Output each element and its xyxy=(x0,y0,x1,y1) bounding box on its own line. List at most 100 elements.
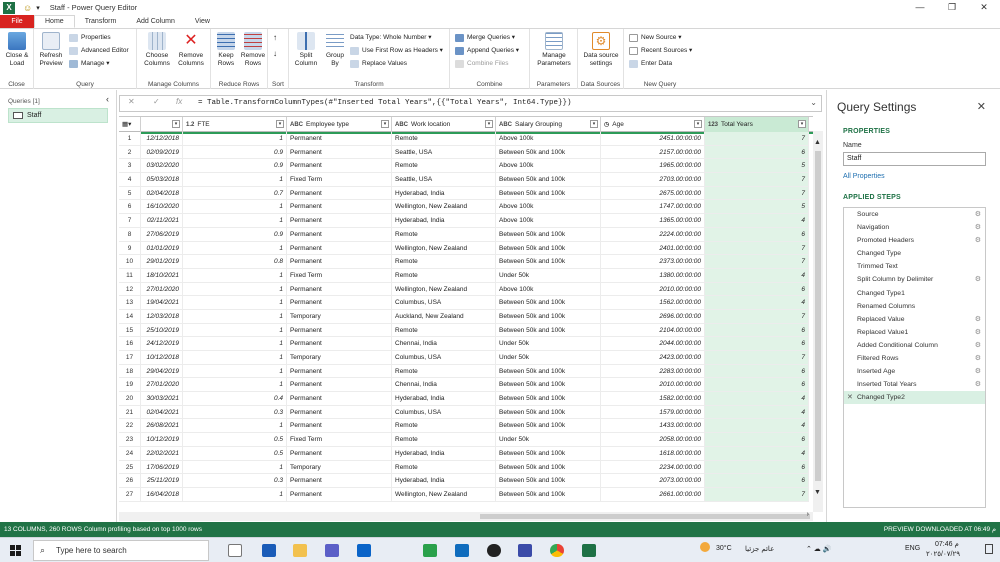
column-filter-icon[interactable]: ▾ xyxy=(172,120,180,128)
table-cell[interactable]: Columbus, USA xyxy=(392,296,496,310)
table-cell[interactable]: Under 50k xyxy=(496,337,601,351)
row-number[interactable]: 15 xyxy=(119,323,141,338)
vertical-scrollbar[interactable]: ▲ ▼ xyxy=(813,131,823,512)
table-cell[interactable]: 02/04/2021 xyxy=(141,405,183,420)
table-cell[interactable]: 05/03/2018 xyxy=(141,173,183,187)
tray-icons[interactable]: ⌃ ☁ 🔊 xyxy=(806,545,831,553)
table-cell[interactable]: 0.8 xyxy=(183,255,287,269)
table-cell[interactable]: Remote xyxy=(392,268,496,283)
group-by-button[interactable]: Group By xyxy=(322,32,348,68)
expand-formula-icon[interactable]: ⌄ xyxy=(810,98,817,107)
table-cell[interactable]: Between 50k and 100k xyxy=(496,487,601,502)
table-cell[interactable]: Temporary xyxy=(287,460,392,475)
table-cell[interactable]: 0.7 xyxy=(183,186,287,201)
table-cell[interactable]: 2675.00:00:00 xyxy=(601,186,705,201)
meet-icon[interactable] xyxy=(423,544,437,557)
table-cell[interactable]: Between 50k and 100k xyxy=(496,241,601,256)
formula-text[interactable]: = Table.TransformColumnTypes(#"Inserted … xyxy=(198,99,572,107)
table-cell[interactable]: Between 50k and 100k xyxy=(496,145,601,160)
table-cell[interactable]: 24/12/2019 xyxy=(141,337,183,351)
table-cell[interactable]: 18/10/2021 xyxy=(141,268,183,283)
table-cell[interactable]: 1 xyxy=(183,487,287,502)
keep-rows-button[interactable]: Keep Rows xyxy=(213,32,239,68)
row-number[interactable]: 12 xyxy=(119,282,141,297)
manage-button[interactable]: Manage ▾ xyxy=(69,59,110,69)
applied-step[interactable]: Trimmed Text xyxy=(844,260,985,273)
data-source-settings-button[interactable]: ⚙ Data source settings xyxy=(580,32,622,68)
combine-files-button[interactable]: Combine Files xyxy=(455,59,509,69)
horizontal-scrollbar[interactable]: › xyxy=(119,511,813,521)
table-cell[interactable]: 0.5 xyxy=(183,433,287,447)
table-cell[interactable]: 2373.00:00:00 xyxy=(601,255,705,269)
type-icon[interactable]: 1.2 xyxy=(186,122,194,128)
column-filter-icon[interactable]: ▾ xyxy=(276,120,284,128)
table-cell[interactable]: Between 50k and 100k xyxy=(496,364,601,379)
row-number[interactable]: 27 xyxy=(119,487,141,502)
table-cell[interactable]: Permanent xyxy=(287,446,392,461)
table-cell[interactable]: Wellington, New Zealand xyxy=(392,487,496,502)
table-cell[interactable]: 5 xyxy=(705,200,809,215)
table-cell[interactable]: 6 xyxy=(705,460,809,475)
table-cell[interactable]: 29/04/2019 xyxy=(141,364,183,379)
table-cell[interactable]: 1 xyxy=(183,364,287,379)
table-cell[interactable]: Above 100k xyxy=(496,159,601,174)
split-column-button[interactable]: Split Column xyxy=(291,32,321,68)
column-header-work-location[interactable]: ABC Work location ▾ xyxy=(392,117,496,132)
notification-icon[interactable] xyxy=(985,544,993,554)
tab-add-column[interactable]: Add Column xyxy=(126,15,185,28)
table-cell[interactable]: 25/11/2019 xyxy=(141,474,183,488)
table-cell[interactable]: 2234.00:00:00 xyxy=(601,460,705,475)
merge-queries-button[interactable]: Merge Queries ▾ xyxy=(455,33,515,43)
table-cell[interactable]: 1 xyxy=(183,268,287,283)
table-cell[interactable]: 1618.00:00:00 xyxy=(601,446,705,461)
table-cell[interactable]: 26/08/2021 xyxy=(141,419,183,434)
row-number[interactable]: 25 xyxy=(119,460,141,475)
quick-access-dropdown-icon[interactable]: ▾ xyxy=(36,4,40,12)
table-cell[interactable]: 2224.00:00:00 xyxy=(601,227,705,242)
task-view-icon[interactable] xyxy=(228,544,242,557)
chrome-icon[interactable] xyxy=(550,544,564,557)
table-cell[interactable]: 7 xyxy=(705,487,809,502)
table-cell[interactable]: 1 xyxy=(183,378,287,393)
table-cell[interactable]: 0.9 xyxy=(183,159,287,174)
table-cell[interactable]: 2010.00:00:00 xyxy=(601,378,705,393)
step-settings-gear-icon[interactable]: ⚙ xyxy=(975,352,981,365)
table-cell[interactable]: 12/12/2018 xyxy=(141,132,183,146)
table-cell[interactable]: Wellington, New Zealand xyxy=(392,200,496,215)
applied-step[interactable]: Split Column by Delimiter ⚙ xyxy=(844,273,985,286)
table-cell[interactable]: 7 xyxy=(705,255,809,269)
table-cell[interactable]: 16/04/2018 xyxy=(141,487,183,502)
table-cell[interactable]: 7 xyxy=(705,309,809,324)
table-cell[interactable]: 16/10/2020 xyxy=(141,200,183,215)
commit-formula-icon[interactable]: ✓ xyxy=(153,97,160,106)
table-cell[interactable]: 0.4 xyxy=(183,392,287,406)
table-cell[interactable]: 01/01/2019 xyxy=(141,241,183,256)
applied-step[interactable]: Inserted Age ⚙ xyxy=(844,365,985,378)
row-number[interactable]: 7 xyxy=(119,214,141,228)
table-cell[interactable]: 7 xyxy=(705,351,809,365)
table-cell[interactable]: Auckland, New Zealand xyxy=(392,309,496,324)
table-cell[interactable]: Under 50k xyxy=(496,433,601,447)
table-cell[interactable]: 1 xyxy=(183,460,287,475)
column-header-fte[interactable]: 1.2 FTE ▾ xyxy=(183,117,287,132)
table-cell[interactable]: Seattle, USA xyxy=(392,145,496,160)
table-cell[interactable]: Permanent xyxy=(287,364,392,379)
sort-descending-icon[interactable]: ↓ xyxy=(273,49,277,59)
table-cell[interactable]: Remote xyxy=(392,364,496,379)
replace-values-button[interactable]: Replace Values xyxy=(350,59,407,69)
table-cell[interactable]: Permanent xyxy=(287,337,392,351)
table-cell[interactable]: 1 xyxy=(183,173,287,187)
table-cell[interactable]: Between 50k and 100k xyxy=(496,186,601,201)
table-cell[interactable]: 4 xyxy=(705,268,809,283)
table-cell[interactable]: Columbus, USA xyxy=(392,405,496,420)
table-cell[interactable]: 1 xyxy=(183,282,287,297)
column-header-salary-grouping[interactable]: ABC Salary Grouping ▾ xyxy=(496,117,601,132)
applied-step[interactable]: Navigation ⚙ xyxy=(844,221,985,234)
table-cell[interactable]: 19/04/2021 xyxy=(141,296,183,310)
table-cell[interactable]: Between 50k and 100k xyxy=(496,405,601,420)
table-cell[interactable]: Remote xyxy=(392,460,496,475)
type-icon[interactable]: ABC xyxy=(290,122,303,128)
excel-taskbar-icon[interactable] xyxy=(582,544,596,557)
scroll-down-icon[interactable]: ▼ xyxy=(814,489,821,496)
table-cell[interactable]: 1365.00:00:00 xyxy=(601,214,705,228)
